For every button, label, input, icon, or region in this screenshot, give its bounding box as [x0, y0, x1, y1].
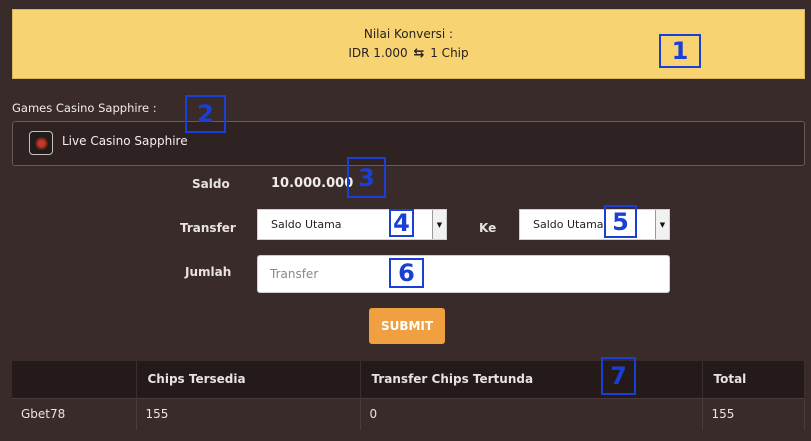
game-thumbnail-icon: [29, 131, 53, 155]
submit-button[interactable]: SUBMIT: [369, 308, 445, 344]
exchange-icon: ⇆: [413, 46, 425, 61]
jumlah-label: Jumlah: [185, 265, 232, 279]
saldo-value: 10.000.000: [271, 176, 354, 191]
table-header-row: Chips Tersedia Transfer Chips Tertunda T…: [12, 361, 805, 398]
annotation-marker: 5: [604, 205, 637, 238]
table-header: [12, 361, 137, 398]
chips-table: Chips Tersedia Transfer Chips Tertunda T…: [12, 361, 805, 430]
chevron-down-icon[interactable]: ▼: [432, 210, 446, 239]
table-header: Transfer Chips Tertunda: [360, 361, 703, 398]
transfer-to-select[interactable]: Saldo Utama ▼: [519, 209, 670, 240]
table-cell: 155: [136, 397, 361, 430]
table-cell: Gbet78: [12, 397, 137, 430]
game-item-live-casino[interactable]: Live Casino Sapphire: [12, 121, 805, 166]
table-cell: 155: [702, 397, 805, 430]
conversion-right: 1 Chip: [430, 46, 469, 60]
ke-label: Ke: [479, 221, 497, 235]
games-section-label: Games Casino Sapphire :: [12, 101, 157, 115]
transfer-from-select[interactable]: Saldo Utama ▼: [257, 209, 447, 240]
conversion-left: IDR 1.000: [348, 46, 408, 60]
transfer-to-value: Saldo Utama: [533, 218, 604, 231]
saldo-label: Saldo: [192, 177, 230, 191]
annotation-marker: 3: [347, 157, 386, 198]
table-header: Chips Tersedia: [136, 361, 361, 398]
jumlah-input[interactable]: [257, 255, 670, 293]
annotation-marker: 7: [601, 357, 636, 395]
game-item-label: Live Casino Sapphire: [62, 134, 188, 148]
table-header: Total: [702, 361, 805, 398]
transfer-from-value: Saldo Utama: [271, 218, 342, 231]
transfer-label: Transfer: [180, 221, 236, 235]
table-cell: 0: [360, 397, 703, 430]
annotation-marker: 4: [389, 209, 414, 237]
chevron-down-icon[interactable]: ▼: [655, 210, 669, 239]
annotation-marker: 1: [659, 34, 701, 68]
annotation-marker: 2: [185, 95, 226, 133]
table-row: Gbet78 155 0 155: [12, 397, 805, 430]
annotation-marker: 6: [389, 258, 424, 288]
